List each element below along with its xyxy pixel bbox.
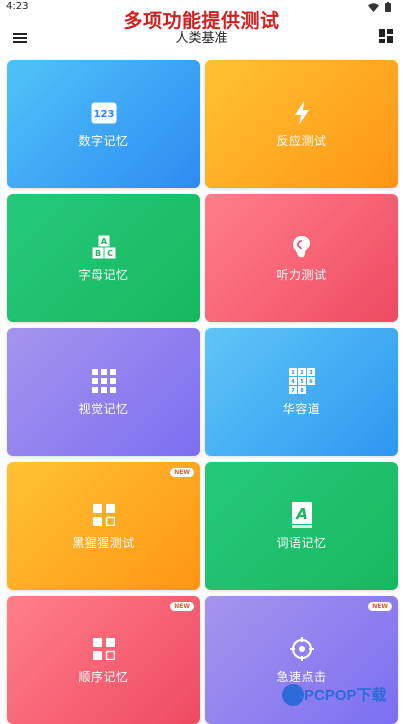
block-letter-b: B	[94, 249, 100, 258]
number-123-text: 123	[93, 109, 114, 120]
tile-6: 6	[309, 379, 313, 385]
card-label: 视觉记忆	[78, 401, 129, 416]
card-label: 数字记忆	[78, 133, 129, 148]
grid-squares-icon	[91, 368, 117, 394]
card-label: 词语记忆	[276, 535, 327, 550]
card-sliding-puzzle[interactable]: 1 2 3 4 5 6 7 8 华容道	[205, 328, 398, 456]
lightning-icon	[289, 100, 315, 126]
tile-2: 2	[300, 370, 304, 376]
card-visual-memory[interactable]: 视觉记忆	[7, 328, 200, 456]
pcpop-logo-icon	[282, 684, 304, 706]
card-number-memory[interactable]: 123 数字记忆	[7, 60, 200, 188]
tile-3: 3	[309, 370, 313, 376]
card-letter-memory[interactable]: A B C 字母记忆	[7, 194, 200, 322]
watermark-text: PCPOP下载	[304, 684, 387, 705]
tile-8: 8	[300, 388, 304, 394]
card-chimp-test[interactable]: NEW 黑猩猩测试	[7, 462, 200, 590]
ear-icon	[289, 234, 315, 260]
card-label: 顺序记忆	[78, 669, 129, 684]
word-book-letter: A	[295, 505, 308, 523]
card-label: 字母记忆	[78, 267, 129, 282]
alphabet-blocks-icon: A B C	[91, 234, 117, 260]
app-bar: 人类基准	[0, 22, 403, 50]
watermark: PCPOP下载	[282, 682, 403, 720]
sliding-puzzle-icon: 1 2 3 4 5 6 7 8	[288, 367, 315, 394]
card-word-memory[interactable]: A 词语记忆	[205, 462, 398, 590]
watermark-suffix: 下载	[356, 687, 387, 704]
card-label: 华容道	[282, 401, 321, 416]
card-hearing-test[interactable]: 听力测试	[205, 194, 398, 322]
new-badge: NEW	[170, 468, 194, 477]
block-letter-c: C	[107, 249, 113, 258]
tile-4: 4	[291, 379, 295, 385]
new-badge: NEW	[170, 602, 194, 611]
card-label: 听力测试	[276, 267, 327, 282]
watermark-brand: PCPOP	[304, 687, 357, 704]
four-squares-icon	[91, 502, 117, 528]
tile-5: 5	[300, 379, 304, 385]
word-book-icon: A	[289, 501, 315, 528]
card-label: 反应测试	[276, 133, 327, 148]
sequence-squares-icon	[91, 636, 117, 662]
card-label: 黑猩猩测试	[72, 535, 135, 550]
card-reaction-test[interactable]: 反应测试	[205, 60, 398, 188]
target-icon	[289, 636, 315, 662]
number-123-icon: 123	[91, 100, 117, 126]
tile-7: 7	[291, 388, 295, 394]
app-title: 人类基准	[175, 31, 228, 46]
block-letter-a: A	[100, 237, 107, 246]
new-badge: NEW	[368, 602, 392, 611]
layout-toggle-icon[interactable]	[379, 28, 393, 43]
tile-1: 1	[291, 370, 295, 376]
card-sequence-memory[interactable]: NEW 顺序记忆	[7, 596, 200, 724]
